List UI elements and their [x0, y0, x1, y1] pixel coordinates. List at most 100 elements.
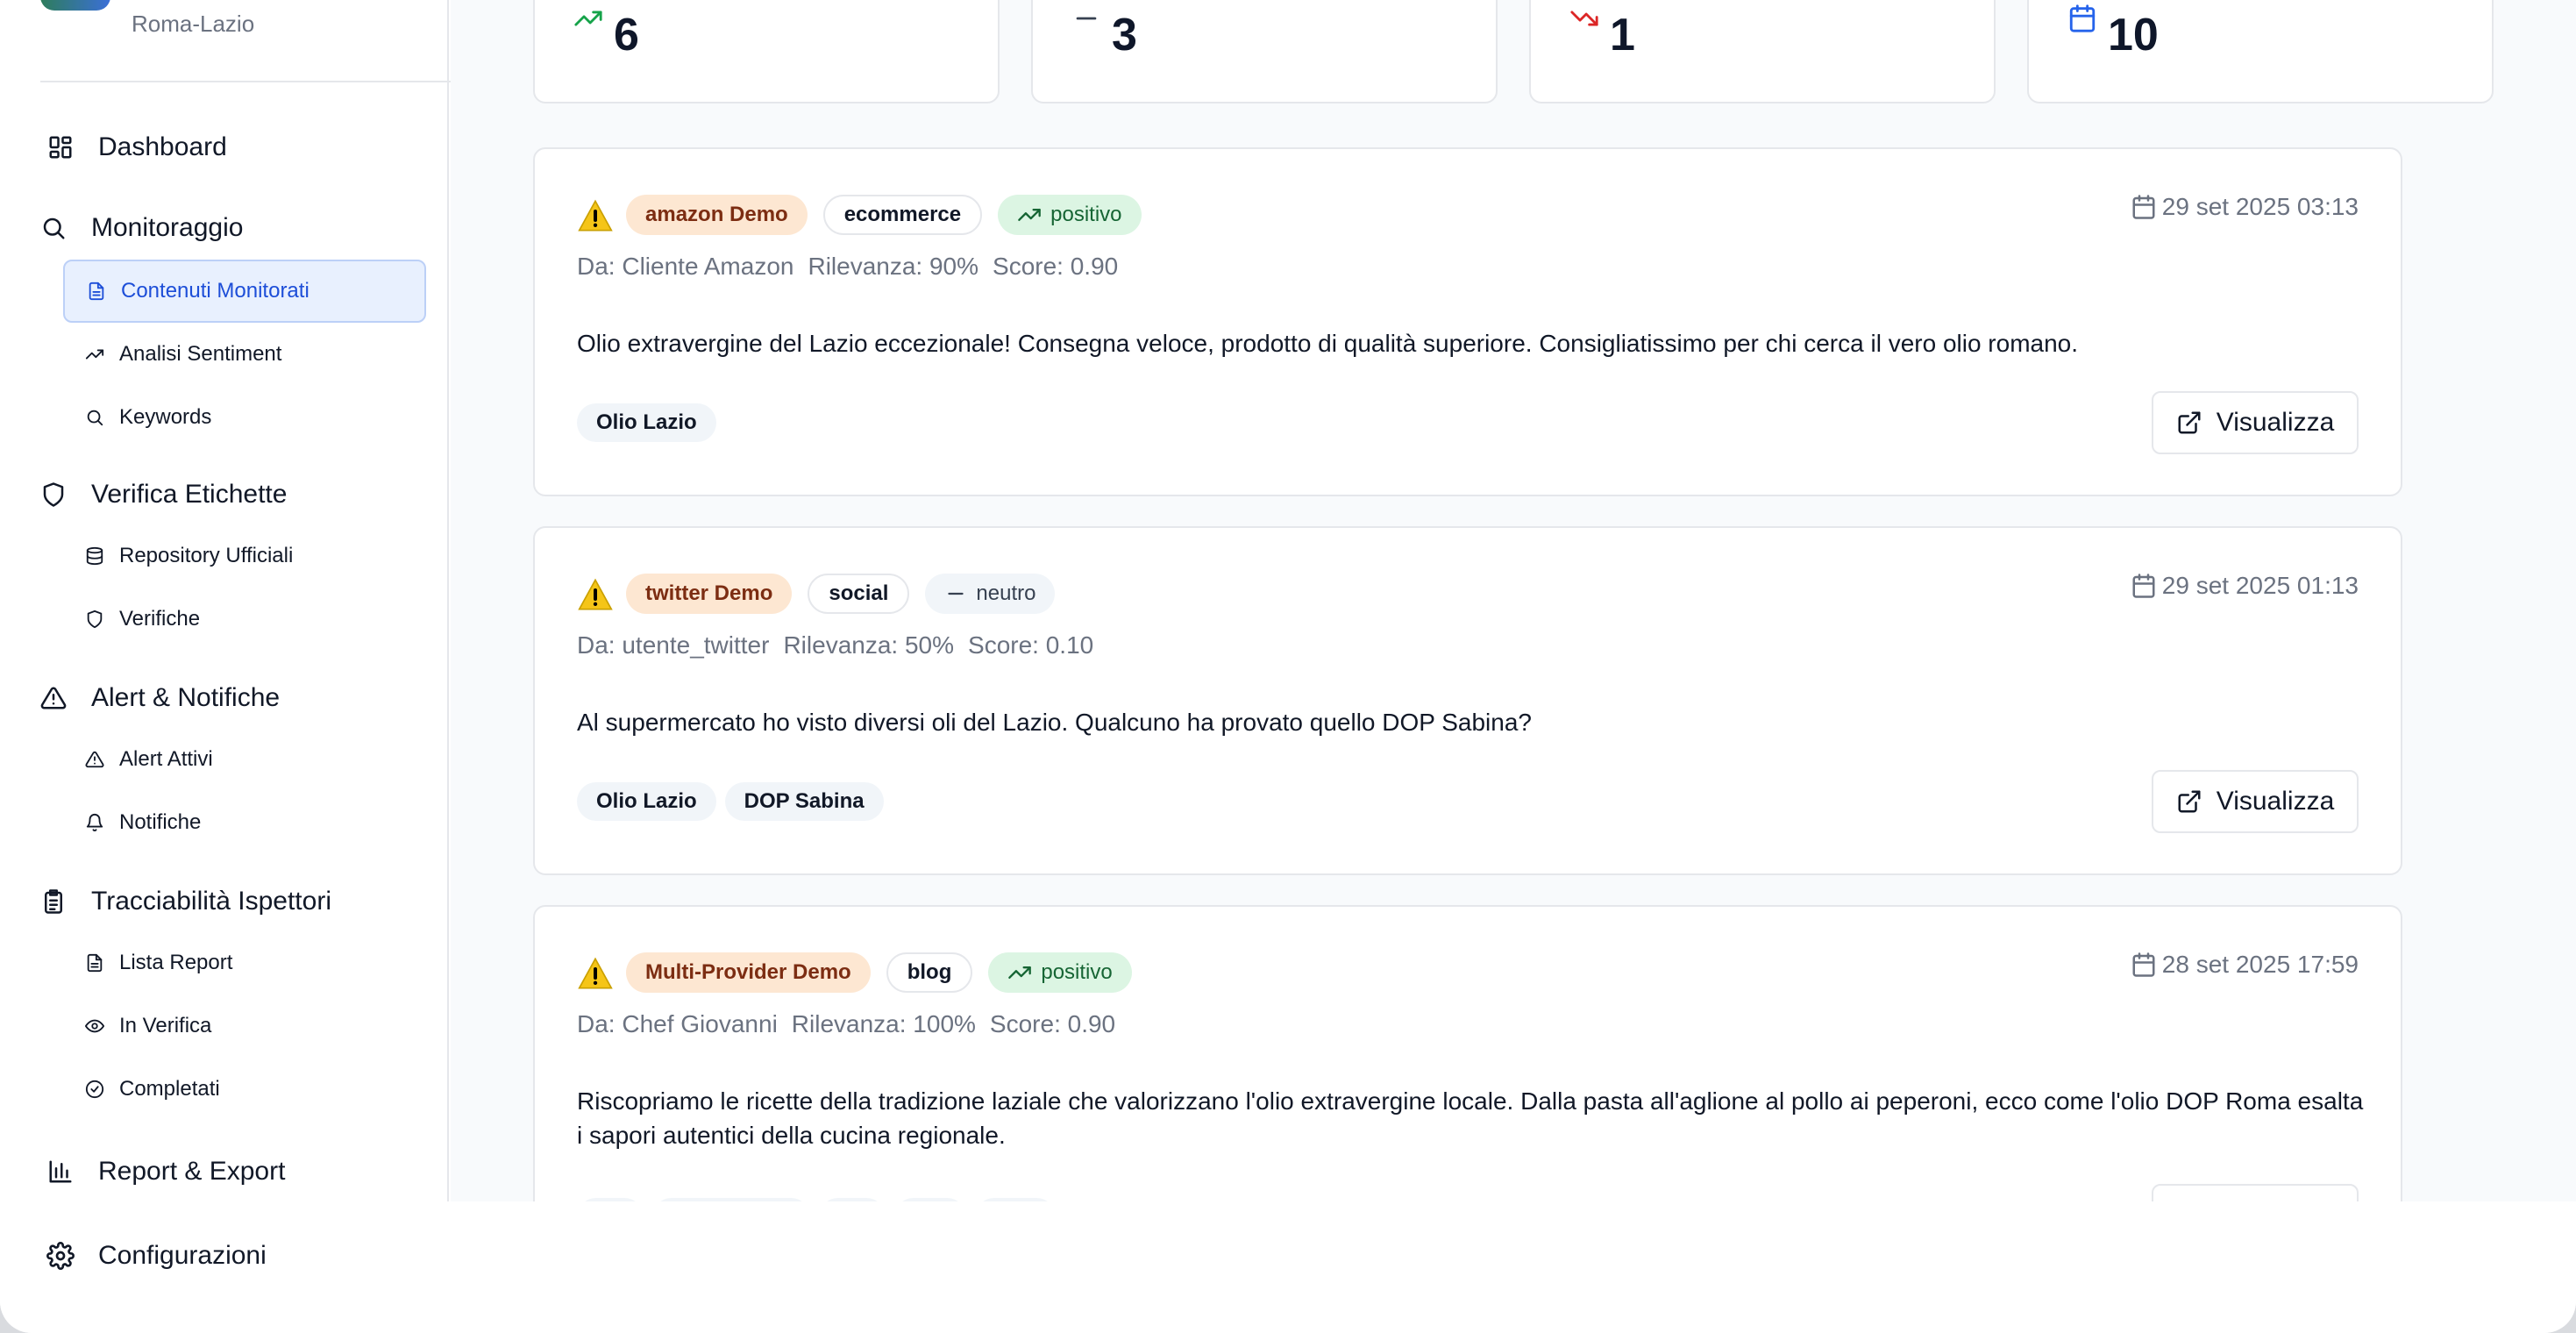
view-button[interactable]: Visualizza [2152, 770, 2359, 833]
shield-icon [84, 609, 105, 630]
sidebar-section-label: Alert & Notifiche [91, 683, 281, 712]
sidebar-item-label: Repository Ufficiali [119, 544, 294, 567]
post-relevance: Rilevanza: 100% [791, 1010, 976, 1037]
sidebar-section-label: Monitoraggio [91, 213, 244, 242]
file-text-icon [86, 281, 107, 302]
sentiment-label: positivo [1041, 960, 1113, 984]
source-badge: Multi-Provider Demo [626, 952, 871, 993]
sidebar-item-alert-attivi[interactable]: Alert Attivi [63, 728, 426, 791]
search-icon [84, 407, 105, 428]
sentiment-badge: positivo [988, 952, 1132, 993]
sentiment-label: neutro [976, 581, 1036, 605]
trending-up-icon [1008, 966, 1032, 979]
warning-icon [578, 199, 613, 232]
post-date-text: 29 set 2025 03:13 [2161, 193, 2359, 220]
post-author: Da: Chef Giovanni [577, 1010, 778, 1037]
alert-triangle-icon [84, 749, 105, 770]
search-icon [39, 213, 68, 243]
eye-icon [84, 1016, 105, 1037]
sidebar-item-report-export[interactable]: Report & Export [0, 1152, 449, 1191]
post-card: twitter Demo social neutro 29 set 2025 0… [533, 526, 2402, 875]
bell-icon [84, 812, 105, 833]
keyword-tag: DOP Sabina [724, 782, 884, 821]
post-author: Da: utente_twitter [577, 631, 770, 659]
shield-icon [39, 480, 68, 510]
sidebar-item-label: Configurazioni [98, 1241, 267, 1270]
post-date: 28 set 2025 17:59 [2131, 951, 2359, 979]
external-link-icon [2178, 790, 2201, 813]
sentiment-badge: positivo [998, 195, 1142, 235]
post-card: amazon Demo ecommerce positivo 29 set 20… [533, 147, 2402, 496]
trending-down-icon [1570, 11, 1598, 26]
sidebar-item-repository-ufficiali[interactable]: Repository Ufficiali [63, 524, 426, 588]
post-text: Riscopriamo le ricette della tradizione … [577, 1087, 2364, 1149]
view-button[interactable] [2152, 1184, 2359, 1201]
trending-up-icon [1018, 209, 1041, 221]
stat-card-neutral: 3 [1031, 0, 1498, 103]
warning-icon [578, 957, 613, 989]
sentiment-label: positivo [1050, 203, 1122, 226]
clipboard-list-icon [39, 887, 68, 916]
post-date: 29 set 2025 01:13 [2131, 572, 2359, 600]
sidebar-item-label: Completati [119, 1077, 220, 1101]
view-button-label: Visualizza [2216, 408, 2335, 437]
sidebar-item-analisi-sentiment[interactable]: Analisi Sentiment [63, 323, 426, 386]
post-date-text: 28 set 2025 17:59 [2161, 951, 2359, 978]
sidebar-item-contenuti-monitorati[interactable]: Contenuti Monitorati [63, 260, 426, 323]
sentiment-badge: neutro [925, 574, 1056, 614]
stat-card-total: 10 [2027, 0, 2494, 103]
file-text-icon [84, 952, 105, 973]
trending-up-icon [574, 11, 602, 26]
sidebar-item-notifiche[interactable]: Notifiche [63, 791, 426, 854]
bar-chart-icon [46, 1157, 75, 1187]
post-author: Da: Cliente Amazon [577, 253, 794, 280]
stat-card-negative: 1 [1529, 0, 1996, 103]
sidebar-item-configurazioni[interactable]: Configurazioni [0, 1235, 449, 1277]
main-content: 6 3 1 10 amazon Demo ecommerce positivo [451, 0, 2576, 1201]
post-score: Score: 0.90 [993, 253, 1119, 280]
sidebar-item-label: Verifiche [119, 607, 201, 631]
keyword-tag: Olio Lazio [577, 782, 716, 821]
sidebar-item-keywords[interactable]: Keywords [63, 386, 426, 449]
sidebar-item-lista-report[interactable]: Lista Report [63, 931, 426, 994]
calendar-icon [2132, 952, 2155, 977]
stat-card-positive: 6 [533, 0, 1000, 103]
post-relevance: Rilevanza: 90% [808, 253, 979, 280]
brand-logo [40, 0, 110, 11]
sidebar-item-label: Dashboard [98, 132, 227, 161]
sidebar-item-dashboard[interactable]: Dashboard [0, 128, 449, 167]
sidebar: Roma-Lazio Dashboard Monitoraggio Conten… [0, 0, 489, 1201]
sidebar-item-label: Alert Attivi [119, 747, 213, 771]
sidebar-item-label: Analisi Sentiment [119, 342, 282, 366]
view-button[interactable]: Visualizza [2152, 391, 2359, 454]
post-relevance: Rilevanza: 50% [783, 631, 955, 659]
sidebar-section-verifica-etichette[interactable]: Verifica Etichette [0, 475, 449, 514]
sidebar-section-label: Verifica Etichette [91, 480, 288, 509]
gear-icon [46, 1241, 75, 1271]
app-window: Roma-Lazio Dashboard Monitoraggio Conten… [0, 0, 2576, 1333]
dashboard-icon [46, 132, 75, 162]
sidebar-item-in-verifica[interactable]: In Verifica [63, 994, 426, 1058]
sidebar-divider [40, 81, 489, 82]
sidebar-section-label: Tracciabilità Ispettori [91, 887, 331, 916]
category-badge: social [808, 574, 910, 614]
sidebar-item-label: Report & Export [98, 1157, 286, 1186]
sidebar-item-completati[interactable]: Completati [63, 1058, 426, 1121]
source-badge: amazon Demo [626, 195, 808, 235]
stat-value: 3 [1112, 10, 1137, 61]
check-circle-icon [84, 1079, 105, 1100]
sidebar-section-monitoraggio[interactable]: Monitoraggio [0, 209, 449, 247]
sidebar-item-label: In Verifica [119, 1014, 212, 1037]
sidebar-item-verifiche[interactable]: Verifiche [63, 588, 426, 651]
warning-icon [578, 578, 613, 610]
sidebar-section-tracciabilita[interactable]: Tracciabilità Ispettori [0, 882, 449, 921]
sidebar-item-label: Keywords [119, 405, 212, 429]
trending-up-icon [84, 344, 105, 365]
alert-triangle-icon [39, 683, 68, 713]
calendar-icon [2069, 4, 2096, 32]
stat-value: 6 [614, 10, 639, 61]
post-text: Olio extravergine del Lazio eccezionale!… [577, 330, 2079, 357]
sidebar-section-alert-notifiche[interactable]: Alert & Notifiche [0, 679, 449, 717]
source-badge: twitter Demo [626, 574, 793, 614]
sidebar-item-label: Lista Report [119, 951, 233, 974]
